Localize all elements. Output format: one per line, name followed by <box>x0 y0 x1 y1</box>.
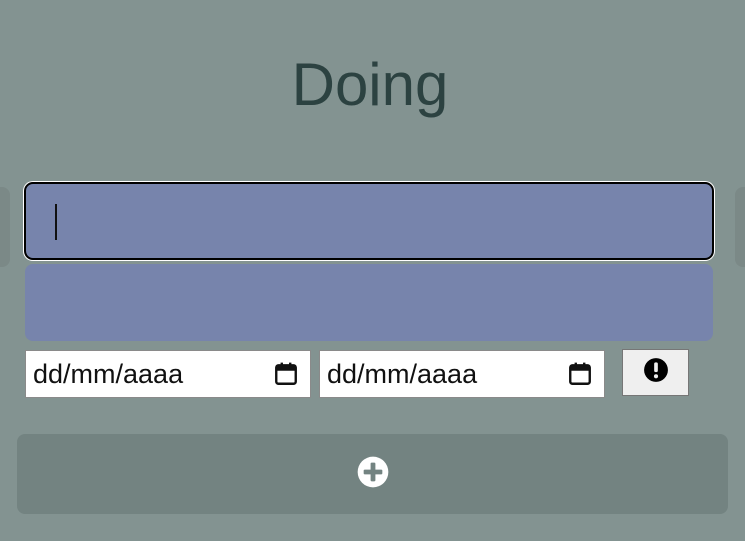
end-date-input[interactable]: dd/mm/aaaa <box>319 350 605 398</box>
start-date-input[interactable]: dd/mm/aaaa <box>25 350 311 398</box>
kanban-column: Doing dd/mm/aaaa dd/mm/aaaa <box>0 0 745 541</box>
calendar-icon[interactable] <box>567 361 593 387</box>
adjacent-column-card-left[interactable] <box>0 187 10 267</box>
task-description-input[interactable] <box>25 264 713 341</box>
priority-button[interactable] <box>622 349 689 396</box>
text-caret <box>55 204 57 240</box>
calendar-icon[interactable] <box>273 361 299 387</box>
column-title: Doing <box>291 51 449 118</box>
task-title-input[interactable] <box>24 182 714 260</box>
end-date-text: dd/mm/aaaa <box>327 358 478 389</box>
add-task-button[interactable] <box>17 434 728 514</box>
plus-circle-icon <box>357 456 389 493</box>
adjacent-column-card-right[interactable] <box>735 187 745 267</box>
exclamation-circle-icon <box>643 357 669 388</box>
start-date-text: dd/mm/aaaa <box>33 358 184 389</box>
